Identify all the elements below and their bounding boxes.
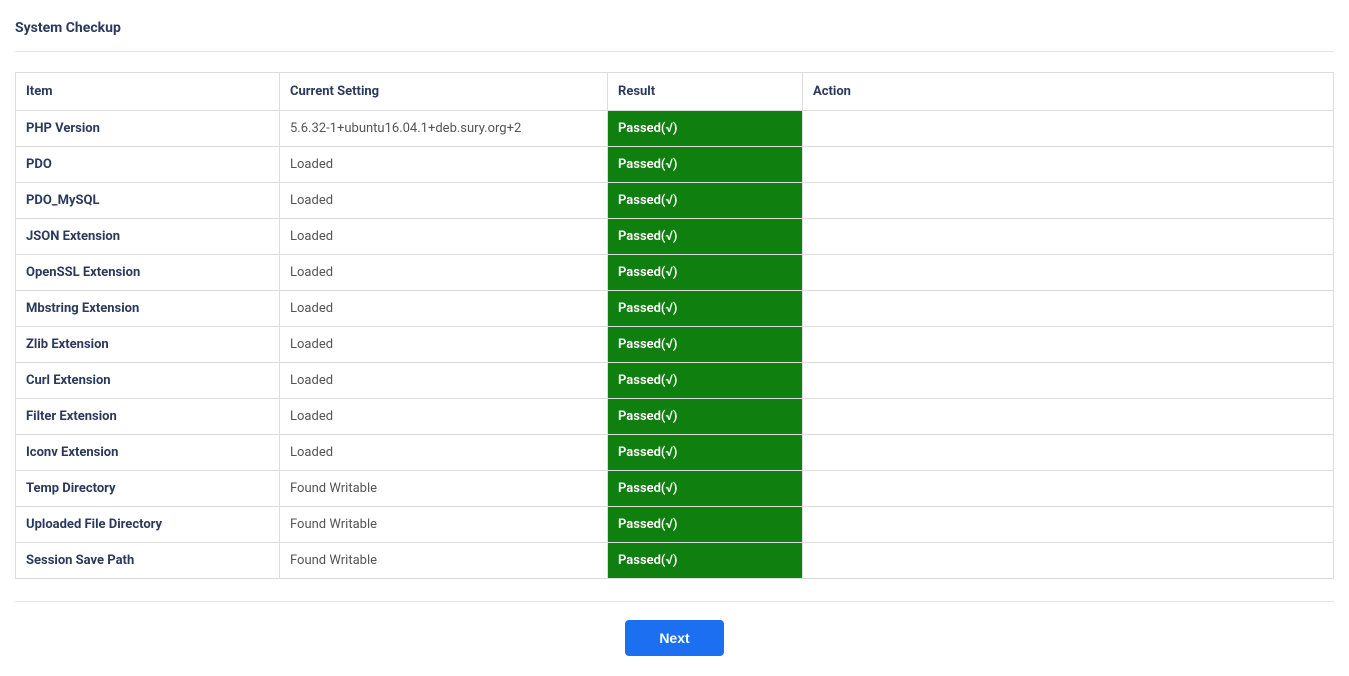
button-row: Next (15, 620, 1334, 656)
table-row: PHP Version5.6.32-1+ubuntu16.04.1+deb.su… (16, 111, 1334, 147)
cell-setting: Loaded (280, 255, 608, 291)
cell-result: Passed(√) (608, 255, 803, 291)
cell-result: Passed(√) (608, 399, 803, 435)
cell-setting: Found Writable (280, 507, 608, 543)
cell-setting: 5.6.32-1+ubuntu16.04.1+deb.sury.org+2 (280, 111, 608, 147)
cell-item: Uploaded File Directory (16, 507, 280, 543)
cell-action (803, 183, 1334, 219)
table-row: Mbstring ExtensionLoadedPassed(√) (16, 291, 1334, 327)
cell-setting: Loaded (280, 183, 608, 219)
table-row: Temp DirectoryFound WritablePassed(√) (16, 471, 1334, 507)
table-row: Session Save PathFound WritablePassed(√) (16, 543, 1334, 579)
cell-setting: Loaded (280, 363, 608, 399)
cell-item: OpenSSL Extension (16, 255, 280, 291)
page-title: System Checkup (15, 20, 1334, 36)
next-button[interactable]: Next (625, 620, 723, 656)
cell-setting: Loaded (280, 219, 608, 255)
cell-result: Passed(√) (608, 471, 803, 507)
cell-setting: Loaded (280, 399, 608, 435)
cell-item: Session Save Path (16, 543, 280, 579)
cell-result: Passed(√) (608, 147, 803, 183)
cell-setting: Found Writable (280, 471, 608, 507)
table-row: Uploaded File DirectoryFound WritablePas… (16, 507, 1334, 543)
cell-setting: Loaded (280, 147, 608, 183)
table-row: Curl ExtensionLoadedPassed(√) (16, 363, 1334, 399)
table-row: Zlib ExtensionLoadedPassed(√) (16, 327, 1334, 363)
cell-setting: Loaded (280, 435, 608, 471)
cell-result: Passed(√) (608, 219, 803, 255)
cell-result: Passed(√) (608, 507, 803, 543)
cell-action (803, 327, 1334, 363)
cell-item: Mbstring Extension (16, 291, 280, 327)
cell-result: Passed(√) (608, 291, 803, 327)
system-checkup-table: Item Current Setting Result Action PHP V… (15, 72, 1334, 579)
cell-setting: Loaded (280, 327, 608, 363)
cell-item: PHP Version (16, 111, 280, 147)
table-row: PDO_MySQLLoadedPassed(√) (16, 183, 1334, 219)
cell-setting: Loaded (280, 291, 608, 327)
table-row: JSON ExtensionLoadedPassed(√) (16, 219, 1334, 255)
cell-action (803, 507, 1334, 543)
cell-item: Temp Directory (16, 471, 280, 507)
cell-result: Passed(√) (608, 183, 803, 219)
col-header-result: Result (608, 73, 803, 111)
cell-action (803, 363, 1334, 399)
col-header-setting: Current Setting (280, 73, 608, 111)
cell-result: Passed(√) (608, 363, 803, 399)
cell-result: Passed(√) (608, 543, 803, 579)
table-row: Filter ExtensionLoadedPassed(√) (16, 399, 1334, 435)
col-header-item: Item (16, 73, 280, 111)
cell-result: Passed(√) (608, 111, 803, 147)
cell-action (803, 111, 1334, 147)
cell-result: Passed(√) (608, 327, 803, 363)
cell-item: PDO_MySQL (16, 183, 280, 219)
cell-result: Passed(√) (608, 435, 803, 471)
divider-bottom (15, 601, 1334, 602)
cell-action (803, 543, 1334, 579)
table-row: PDOLoadedPassed(√) (16, 147, 1334, 183)
cell-item: JSON Extension (16, 219, 280, 255)
cell-action (803, 399, 1334, 435)
table-row: Iconv ExtensionLoadedPassed(√) (16, 435, 1334, 471)
cell-action (803, 435, 1334, 471)
cell-item: PDO (16, 147, 280, 183)
cell-action (803, 219, 1334, 255)
cell-item: Iconv Extension (16, 435, 280, 471)
cell-action (803, 291, 1334, 327)
table-row: OpenSSL ExtensionLoadedPassed(√) (16, 255, 1334, 291)
cell-item: Filter Extension (16, 399, 280, 435)
cell-action (803, 147, 1334, 183)
cell-action (803, 255, 1334, 291)
cell-item: Curl Extension (16, 363, 280, 399)
col-header-action: Action (803, 73, 1334, 111)
divider-top (15, 51, 1334, 52)
cell-item: Zlib Extension (16, 327, 280, 363)
cell-setting: Found Writable (280, 543, 608, 579)
table-header-row: Item Current Setting Result Action (16, 73, 1334, 111)
cell-action (803, 471, 1334, 507)
